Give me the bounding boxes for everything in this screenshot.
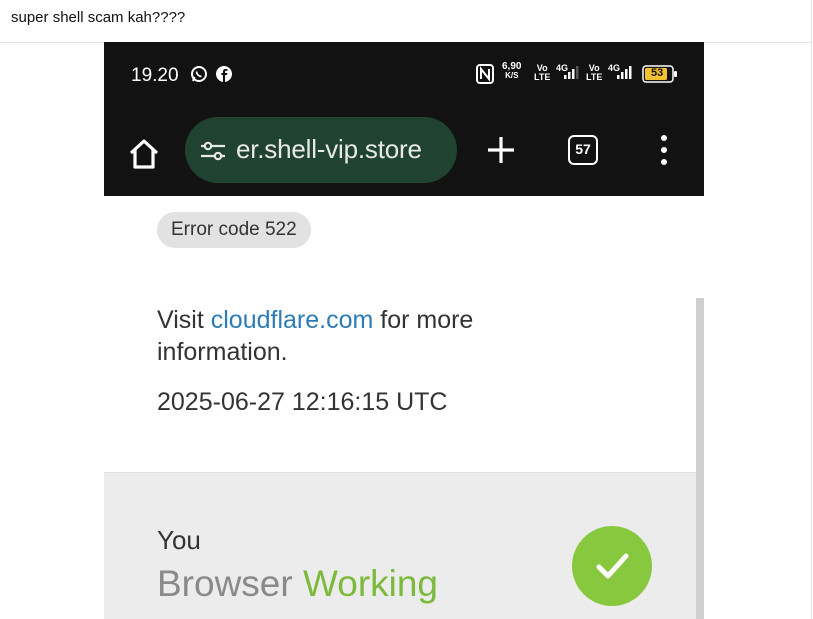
signal-icon (614, 66, 632, 85)
page-divider (811, 0, 812, 619)
nfc-icon (476, 64, 494, 89)
status-panel: You Browser Working (104, 472, 696, 619)
url-bar[interactable]: er.shell-vip.store (185, 117, 457, 183)
facebook-icon (215, 65, 233, 88)
cloudflare-link[interactable]: cloudflare.com (211, 306, 374, 334)
browser-label: Browser (157, 563, 293, 604)
error-code-badge: Error code 522 (157, 212, 311, 248)
home-icon[interactable] (126, 136, 162, 172)
more-vert-icon[interactable] (654, 133, 674, 167)
plus-icon[interactable] (485, 134, 517, 166)
browser-toolbar: er.shell-vip.store 57 (104, 110, 704, 196)
network-speed: 6,90 K/S (502, 61, 522, 81)
scrollbar[interactable] (696, 298, 704, 619)
url-text: er.shell-vip.store (236, 134, 422, 164)
phone-screenshot: 19.20 6,90 K/S Vo LTE 4G Vo LTE 4G 53 er… (104, 42, 704, 619)
status-bar: 19.20 6,90 K/S Vo LTE 4G Vo LTE 4G 53 (104, 42, 704, 110)
timestamp: 2025-06-27 12:16:15 UTC (157, 388, 448, 416)
volte-indicator-1: Vo LTE (534, 63, 551, 82)
info-text: Visit cloudflare.com for more informatio… (157, 306, 474, 366)
you-label: You (157, 525, 201, 555)
site-settings-icon[interactable] (199, 139, 227, 163)
post-header: super shell scam kah???? (0, 0, 812, 43)
post-title: super shell scam kah???? (11, 9, 186, 26)
working-status: Working (302, 563, 439, 604)
whatsapp-icon (190, 65, 208, 88)
status-time: 19.20 (131, 65, 179, 86)
signal-icon (561, 66, 579, 85)
checkmark-icon (572, 526, 652, 606)
volte-indicator-2: Vo LTE (586, 63, 603, 82)
tab-switcher-button[interactable]: 57 (568, 135, 598, 165)
browser-status-line: Browser Working (157, 563, 438, 605)
battery-level: 53 (651, 67, 664, 79)
